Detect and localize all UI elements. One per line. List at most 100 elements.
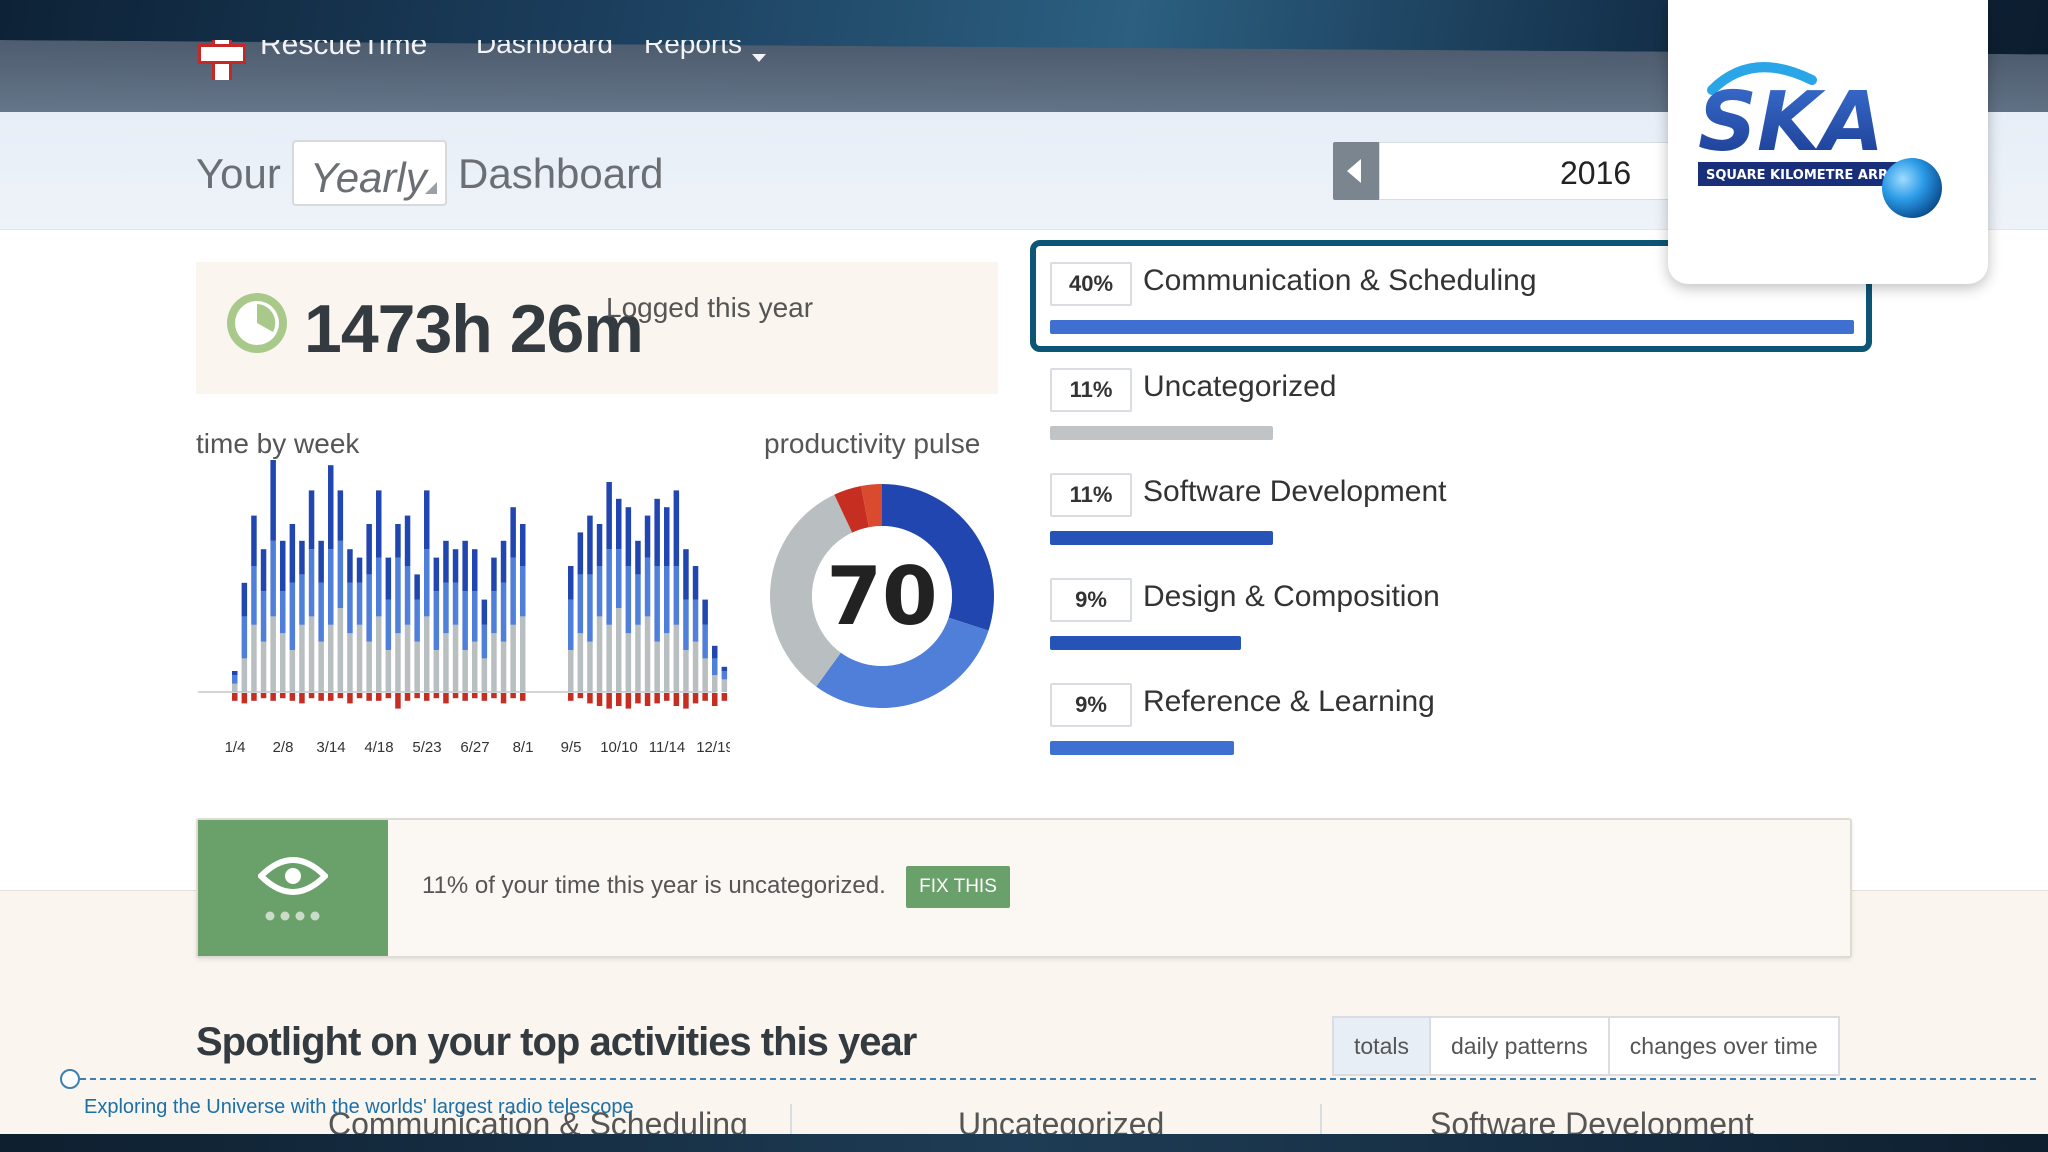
week-bar-segment bbox=[616, 498, 622, 550]
week-bar-segment bbox=[462, 591, 468, 650]
week-bar-segment bbox=[692, 641, 699, 692]
period-selector[interactable]: Yearly bbox=[292, 140, 447, 206]
nav-reports-link[interactable]: Reports bbox=[644, 40, 742, 60]
week-bar-distracting bbox=[500, 693, 507, 704]
fix-this-button[interactable]: FIX THIS bbox=[906, 866, 1010, 908]
week-bar-segment bbox=[270, 616, 276, 692]
week-bar-distracting bbox=[462, 693, 468, 701]
week-bar-segment bbox=[702, 658, 708, 692]
week-bar-segment bbox=[654, 498, 660, 566]
category-name[interactable]: Design & Composition bbox=[1143, 580, 1440, 614]
week-bar-segment bbox=[702, 599, 708, 625]
tab-daily-patterns[interactable]: daily patterns bbox=[1428, 1016, 1610, 1076]
week-bar-segment bbox=[260, 641, 267, 692]
week-bar-segment bbox=[280, 591, 286, 634]
week-bar-segment bbox=[308, 490, 315, 550]
week-bar-segment bbox=[472, 591, 478, 642]
category-percent-badge: 11% bbox=[1050, 473, 1132, 517]
tab-totals[interactable]: totals bbox=[1332, 1016, 1431, 1076]
week-bar-segment bbox=[712, 675, 718, 692]
week-bar-segment bbox=[712, 645, 718, 659]
timeline-playhead[interactable] bbox=[60, 1069, 80, 1089]
title-dashboard: Dashboard bbox=[458, 150, 664, 197]
week-bar-segment bbox=[577, 574, 584, 634]
video-timeline[interactable] bbox=[70, 1078, 2036, 1080]
week-bar-distracting bbox=[664, 693, 670, 701]
week-bar-segment bbox=[721, 671, 728, 680]
week-bar-segment bbox=[702, 624, 708, 659]
chevron-down-icon[interactable] bbox=[752, 54, 766, 62]
week-bar-segment bbox=[721, 666, 728, 671]
week-bar-segment bbox=[654, 641, 660, 692]
x-tick-label: 3/14 bbox=[316, 739, 345, 756]
uncategorized-alert: 11% of your time this year is uncategori… bbox=[196, 818, 1852, 958]
week-bar-distracting bbox=[376, 693, 382, 701]
week-bar-segment bbox=[481, 599, 488, 625]
previous-year-button[interactable] bbox=[1333, 142, 1379, 200]
week-bar-segment bbox=[520, 616, 526, 692]
column-divider bbox=[1320, 1104, 1322, 1134]
category-name[interactable]: Software Development bbox=[1143, 475, 1447, 509]
category-row[interactable]: 9% Design & Composition bbox=[1050, 578, 1850, 668]
category-row[interactable]: 11% Uncategorized bbox=[1050, 368, 1850, 458]
week-bar-segment bbox=[385, 599, 392, 650]
week-bar-distracting bbox=[289, 693, 296, 701]
week-bar-segment bbox=[376, 490, 382, 558]
week-bar-segment bbox=[500, 582, 507, 642]
week-bar-segment bbox=[366, 524, 372, 575]
week-bar-distracting bbox=[721, 693, 728, 701]
week-bar-segment bbox=[664, 633, 670, 692]
week-bar-segment bbox=[510, 557, 516, 625]
x-tick-label: 10/10 bbox=[600, 739, 638, 756]
week-bar-segment bbox=[347, 582, 353, 634]
category-name[interactable]: Uncategorized bbox=[1143, 370, 1336, 404]
time-by-week-chart[interactable]: 1/4 2/8 3/14 4/18 5/23 6/27 8/1 9/5 10/10 11/14 12… bbox=[190, 460, 730, 770]
week-bar-segment bbox=[414, 641, 420, 692]
brand-name[interactable]: RescueTime bbox=[260, 40, 427, 62]
week-bar-segment bbox=[260, 549, 267, 592]
tab-changes-over-time[interactable]: changes over time bbox=[1607, 1016, 1840, 1076]
week-bar-segment bbox=[251, 566, 257, 625]
productivity-pulse-chart[interactable]: 70 bbox=[766, 480, 998, 712]
resize-corner-icon bbox=[425, 182, 437, 194]
week-bar-segment bbox=[241, 582, 248, 617]
x-tick-label: 6/27 bbox=[460, 739, 489, 756]
week-bar-distracting bbox=[654, 693, 660, 704]
week-bar-segment bbox=[385, 557, 392, 600]
week-bar-segment bbox=[395, 524, 401, 558]
week-bar-segment bbox=[664, 507, 670, 566]
week-bar-distracting bbox=[356, 693, 363, 699]
week-bar-segment bbox=[318, 582, 324, 642]
category-share-bar bbox=[1050, 426, 1273, 440]
category-percent-badge: 9% bbox=[1050, 683, 1132, 727]
x-tick-label: 11/14 bbox=[649, 739, 685, 756]
week-bar-segment bbox=[472, 641, 478, 692]
rescuetime-logo-icon[interactable] bbox=[198, 40, 246, 80]
week-bar-segment bbox=[347, 633, 353, 692]
week-bar-segment bbox=[299, 574, 305, 625]
week-bar-segment bbox=[673, 490, 680, 566]
week-bar-distracting bbox=[443, 693, 449, 704]
category-name[interactable]: Reference & Learning bbox=[1143, 685, 1435, 719]
x-tick-label: 5/23 bbox=[412, 739, 441, 756]
week-bar-segment bbox=[232, 683, 238, 692]
week-bar-distracting bbox=[481, 693, 488, 701]
category-name[interactable]: Communication & Scheduling bbox=[1143, 264, 1537, 298]
category-row[interactable]: 11% Software Development bbox=[1050, 473, 1850, 563]
week-bar-segment bbox=[654, 566, 660, 642]
week-bar-segment bbox=[443, 633, 449, 692]
clock-icon bbox=[227, 293, 287, 353]
week-bar-distracting bbox=[683, 693, 689, 709]
nav-dashboard-link[interactable]: Dashboard bbox=[476, 40, 613, 60]
week-bar-distracting bbox=[692, 693, 699, 704]
week-bar-distracting bbox=[510, 693, 516, 699]
week-bar-segment bbox=[404, 515, 411, 566]
spotlight-view-tabs: totals daily patterns changes over time bbox=[1332, 1016, 1840, 1076]
week-bar-segment bbox=[500, 641, 507, 692]
week-bar-segment bbox=[443, 540, 449, 583]
week-bar-segment bbox=[625, 566, 632, 634]
week-bar-segment bbox=[673, 624, 680, 692]
week-bar-segment bbox=[683, 650, 689, 692]
week-bar-segment bbox=[510, 624, 516, 692]
category-row[interactable]: 9% Reference & Learning bbox=[1050, 683, 1850, 773]
